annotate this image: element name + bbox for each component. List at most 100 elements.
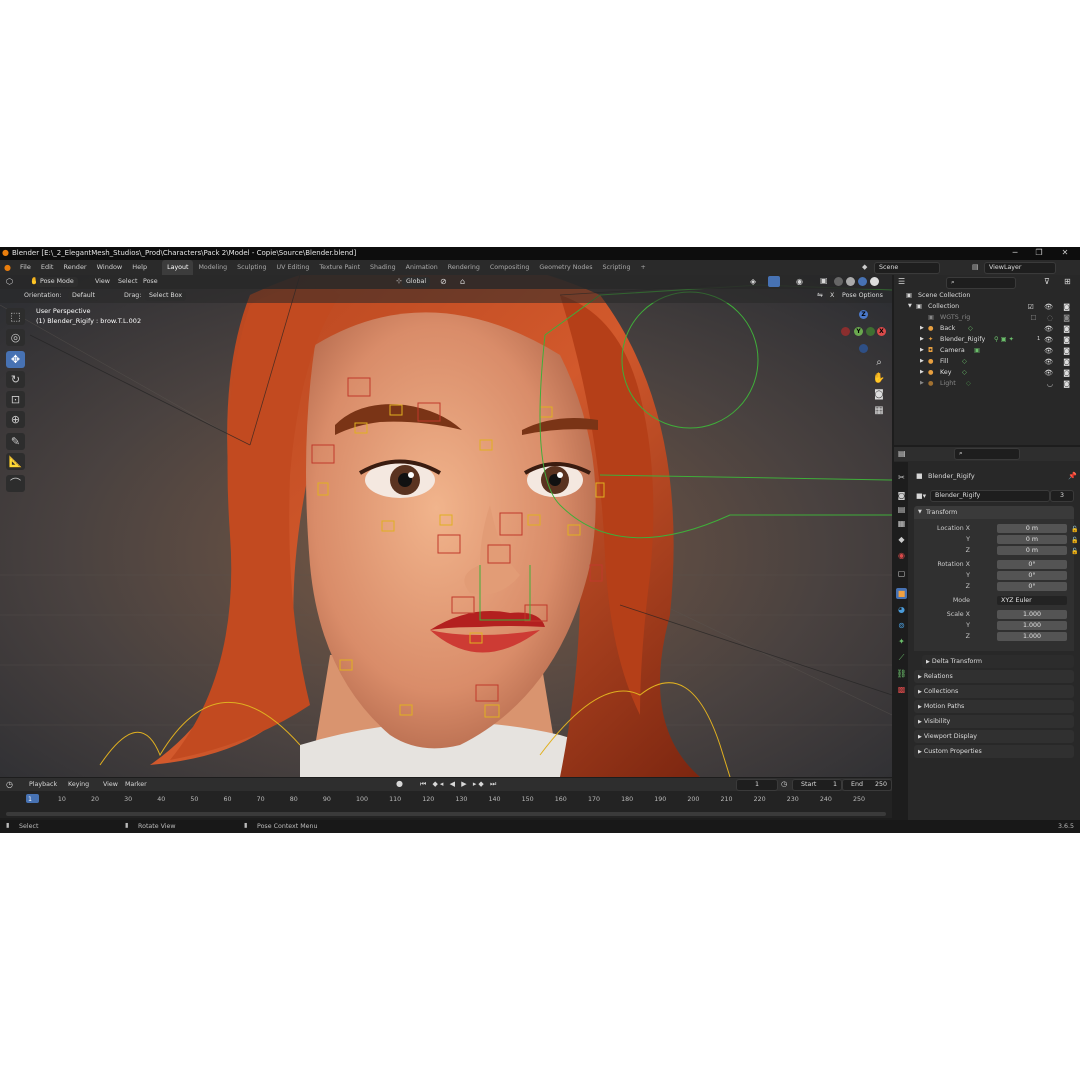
armature-data-icon[interactable]: ■▾ bbox=[916, 492, 926, 500]
menu-file[interactable]: File bbox=[15, 260, 36, 275]
menu-playback[interactable]: Playback bbox=[29, 781, 57, 788]
output-tab-icon[interactable]: ▤ bbox=[896, 504, 907, 515]
menu-view[interactable]: View bbox=[103, 781, 118, 788]
expand-icon[interactable]: ▶ bbox=[920, 358, 924, 364]
menu-help[interactable]: Help bbox=[127, 260, 152, 275]
perspective-grid-icon[interactable]: ▦ bbox=[872, 404, 886, 418]
relax-pose-tool[interactable]: ⌒ bbox=[6, 475, 25, 492]
gizmo-x-axis[interactable]: X bbox=[877, 327, 886, 336]
x-mirror-toggle[interactable]: X bbox=[826, 291, 839, 301]
custom-properties-panel[interactable]: ▶ Custom Properties bbox=[914, 745, 1074, 758]
scale-tool[interactable]: ⊡ bbox=[6, 391, 25, 408]
wireframe-shading-icon[interactable] bbox=[834, 277, 843, 286]
tab-sculpting[interactable]: Sculpting bbox=[232, 260, 271, 275]
pan-hand-icon[interactable]: ✋ bbox=[872, 372, 886, 386]
properties-search[interactable]: ⌕ bbox=[954, 448, 1020, 460]
overlay-icon[interactable]: ◉ bbox=[796, 277, 803, 286]
transform-orientation-selector[interactable]: Global bbox=[402, 277, 431, 287]
bone-tab-icon[interactable]: ⟋ bbox=[896, 652, 907, 663]
gizmo-neg-y-axis[interactable] bbox=[866, 327, 875, 336]
tab-texture-paint[interactable]: Texture Paint bbox=[314, 260, 365, 275]
pivot-icon[interactable]: ⊘ bbox=[440, 277, 447, 286]
visibility-toggles[interactable]: 👁 ◙ bbox=[1044, 347, 1074, 355]
auto-key-record-icon[interactable]: ● bbox=[396, 779, 403, 788]
outliner-row-fill[interactable]: ▶ ● Fill ◇ 👁 ◙ bbox=[894, 357, 1080, 368]
menu-select[interactable]: Select bbox=[118, 278, 137, 285]
cursor-tool[interactable]: ◎ bbox=[6, 329, 25, 346]
gizmo-z-axis[interactable]: Z bbox=[859, 310, 868, 319]
mode-selector[interactable]: Pose Mode bbox=[36, 277, 78, 287]
tab-geometry-nodes[interactable]: Geometry Nodes bbox=[534, 260, 597, 275]
add-workspace-button[interactable]: + bbox=[636, 260, 651, 275]
expand-icon[interactable]: ▶ bbox=[920, 347, 924, 353]
select-box-tool[interactable]: ⬚ bbox=[6, 308, 25, 325]
close-button[interactable]: ✕ bbox=[1058, 248, 1072, 259]
gizmo-toggle-icon[interactable] bbox=[768, 276, 780, 287]
tab-animation[interactable]: Animation bbox=[401, 260, 443, 275]
visibility-panel[interactable]: ▶ Visibility bbox=[914, 715, 1074, 728]
scene-selector[interactable]: Scene bbox=[874, 262, 940, 274]
clock-icon[interactable]: ◷ bbox=[6, 780, 13, 789]
render-tab-icon[interactable]: ◙ bbox=[896, 490, 907, 501]
pose-options-menu[interactable]: Pose Options bbox=[838, 291, 887, 301]
menu-view[interactable]: View bbox=[95, 278, 110, 285]
tab-scripting[interactable]: Scripting bbox=[598, 260, 636, 275]
outliner-row-collection[interactable]: ▼ ▣ Collection ☑ 👁 ◙ bbox=[894, 302, 1080, 313]
outliner-row-camera[interactable]: ▶ ◘ Camera ▣ 👁 ◙ bbox=[894, 346, 1080, 357]
location-z-field[interactable]: 0 m bbox=[997, 546, 1067, 555]
bone-constraints-tab-icon[interactable]: ⛓ bbox=[896, 668, 907, 679]
minimize-button[interactable]: ─ bbox=[1008, 248, 1022, 259]
motion-paths-panel[interactable]: ▶ Motion Paths bbox=[914, 700, 1074, 713]
tab-rendering[interactable]: Rendering bbox=[443, 260, 485, 275]
tab-compositing[interactable]: Compositing bbox=[485, 260, 534, 275]
visibility-icon[interactable]: ◈ bbox=[750, 277, 756, 286]
outliner-row-scene-collection[interactable]: ▣ Scene Collection bbox=[894, 291, 1080, 302]
annotate-tool[interactable]: ✎ bbox=[6, 433, 25, 450]
maximize-button[interactable]: ❐ bbox=[1032, 248, 1046, 259]
tab-layout[interactable]: Layout bbox=[162, 260, 194, 275]
drag-selector[interactable]: Select Box bbox=[145, 291, 187, 301]
tab-shading[interactable]: Shading bbox=[365, 260, 401, 275]
xray-icon[interactable]: ▣ bbox=[820, 276, 828, 285]
gizmo-y-axis[interactable]: Y bbox=[854, 327, 863, 336]
outliner-row-blender-rigify[interactable]: ▶ ✦ Blender_Rigify ⚲ ▣ ✦ 1 👁 ◙ bbox=[894, 335, 1080, 346]
visibility-toggles[interactable]: ☐ ◌ ◙ bbox=[1030, 314, 1074, 322]
blender-menu-icon[interactable]: ● bbox=[0, 263, 15, 272]
menu-render[interactable]: Render bbox=[58, 260, 91, 275]
expand-icon[interactable]: ▶ bbox=[920, 369, 924, 375]
outliner-row-key[interactable]: ▶ ● Key ◇ 👁 ◙ bbox=[894, 368, 1080, 379]
start-frame-field[interactable]: Start 1 bbox=[792, 779, 842, 791]
zoom-icon[interactable]: ⌕ bbox=[872, 356, 886, 370]
scale-x-field[interactable]: 1.000 bbox=[997, 610, 1067, 619]
timeline-scrollbar[interactable] bbox=[6, 812, 886, 816]
tool-tab-icon[interactable]: ✂ bbox=[896, 472, 907, 483]
location-y-field[interactable]: 0 m bbox=[997, 535, 1067, 544]
menu-window[interactable]: Window bbox=[92, 260, 128, 275]
current-frame-field[interactable]: 1 bbox=[736, 779, 778, 791]
rotation-mode-selector[interactable]: XYZ Euler bbox=[997, 596, 1067, 605]
menu-pose[interactable]: Pose bbox=[143, 278, 158, 285]
stopwatch-icon[interactable]: ◷ bbox=[781, 780, 787, 788]
location-x-field[interactable]: 0 m bbox=[997, 524, 1067, 533]
visibility-toggles[interactable]: ☑ 👁 ◙ bbox=[1028, 303, 1074, 311]
view-layer-selector[interactable]: ViewLayer bbox=[984, 262, 1056, 274]
pin-icon[interactable]: 📌 bbox=[1068, 472, 1077, 480]
expand-icon[interactable]: ▼ bbox=[908, 303, 912, 309]
outliner-row-wgts-rig[interactable]: ▣ WGTS_rig ☐ ◌ ◙ bbox=[894, 313, 1080, 324]
visibility-toggles[interactable]: 👁 ◙ bbox=[1044, 325, 1074, 333]
end-frame-field[interactable]: End 250 bbox=[842, 779, 892, 791]
rotation-y-field[interactable]: 0° bbox=[997, 571, 1067, 580]
relations-panel[interactable]: ▶ Relations bbox=[914, 670, 1074, 683]
visibility-toggles[interactable]: 👁 ◙ bbox=[1044, 369, 1074, 377]
measure-tool[interactable]: 📐 bbox=[6, 453, 25, 470]
camera-view-icon[interactable]: ◙ bbox=[872, 388, 886, 402]
expand-icon[interactable]: ▶ bbox=[920, 336, 924, 342]
outliner-search[interactable]: ⌕ bbox=[946, 277, 1016, 289]
tab-modeling[interactable]: Modeling bbox=[193, 260, 232, 275]
data-block-name[interactable]: Blender_Rigify bbox=[930, 490, 1050, 502]
expand-icon[interactable]: ▶ bbox=[920, 325, 924, 331]
rotation-x-field[interactable]: 0° bbox=[997, 560, 1067, 569]
new-collection-icon[interactable]: ⊞ bbox=[1064, 277, 1071, 286]
move-tool[interactable]: ✥ bbox=[6, 351, 25, 368]
data-users-count[interactable]: 3 bbox=[1050, 490, 1074, 502]
